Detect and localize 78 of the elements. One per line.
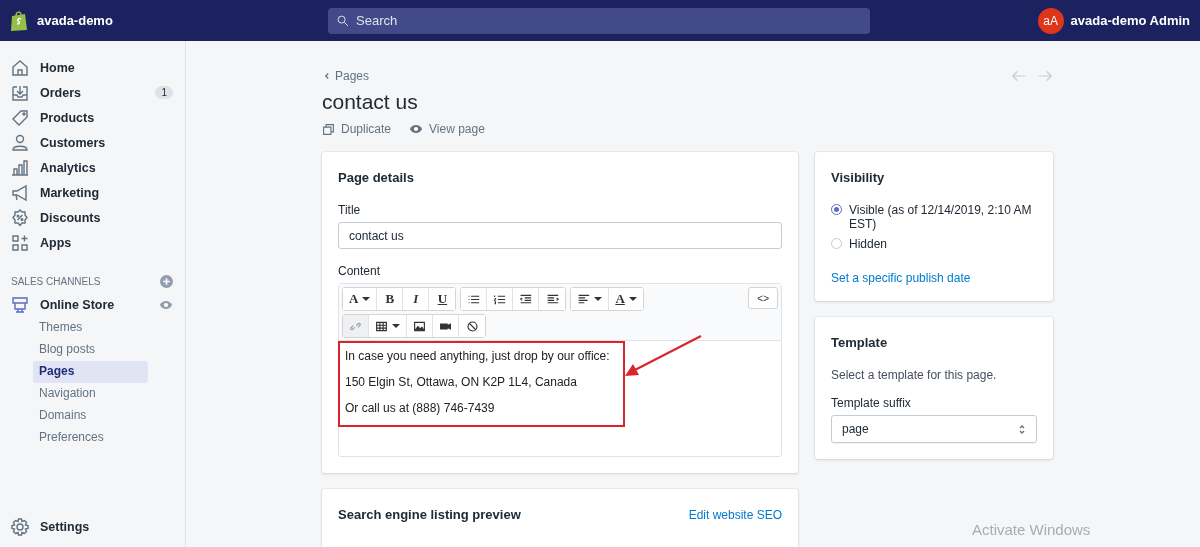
caret-icon [362, 297, 371, 301]
discount-icon [10, 207, 30, 228]
card-heading: Page details [338, 170, 415, 185]
select-arrows-icon [1018, 423, 1026, 435]
megaphone-icon [10, 182, 30, 203]
action-link[interactable]: Duplicate [322, 122, 392, 136]
edit-seo-link[interactable]: Edit website SEO [688, 507, 782, 522]
home-icon [10, 57, 30, 78]
nav-subitem[interactable]: Preferences [33, 427, 148, 449]
user-name[interactable]: avada-demo Admin [1070, 13, 1190, 28]
nav-item[interactable]: Analytics [0, 155, 185, 180]
content-text: Or call us at (888) 746-7439 [345, 401, 496, 415]
field-label: Title [338, 203, 362, 217]
outdent-icon [519, 292, 533, 306]
bar-chart-icon [10, 157, 30, 178]
eye-icon [409, 122, 424, 136]
caret-icon [594, 297, 603, 301]
nav-subitem[interactable]: Domains [33, 405, 148, 427]
caret-icon [392, 324, 400, 328]
caret-icon [628, 297, 637, 301]
add-icon[interactable] [160, 275, 173, 288]
nav-item[interactable]: Home [0, 55, 185, 80]
card-heading: Template [831, 335, 889, 350]
duplicate-icon [322, 122, 335, 136]
card-description: Select a template for this page. [831, 368, 998, 382]
arrow-left-icon [1011, 68, 1027, 84]
tag-icon [10, 107, 30, 128]
toolbar-button[interactable]: A [343, 288, 378, 310]
nav-item[interactable]: Orders 1 [0, 80, 185, 105]
nav-item[interactable]: Settings [0, 514, 185, 539]
apps-icon [10, 232, 30, 253]
rich-text-editor[interactable]: A B I U A <> In case you need anything, just drop by our office: 150 Elgin St, Ottawa, ON K2P 1L4, Canada Or call us at (888) 746-7439 [338, 283, 782, 457]
nav-subitem[interactable]: Themes [33, 317, 148, 339]
nav-subitem[interactable]: Navigation [33, 383, 148, 405]
search-icon [336, 13, 350, 28]
title-field[interactable]: contact us [338, 222, 782, 249]
nav-item[interactable]: Discounts [0, 205, 185, 230]
action-link[interactable]: View page [409, 122, 485, 136]
table-icon [375, 319, 388, 333]
toolbar-button[interactable] [571, 288, 610, 310]
card-heading: Visibility [831, 170, 886, 185]
person-icon [10, 132, 30, 153]
nav-subitem[interactable]: Blog posts [33, 339, 148, 361]
field-label: Content [338, 264, 382, 278]
html-toggle-button[interactable]: <> [748, 287, 778, 309]
indent-icon [545, 292, 559, 306]
radio-button[interactable] [831, 204, 842, 215]
radio-label: Visible (as of 12/14/2019, 2:10 AM EST) [849, 203, 1033, 231]
nav-item[interactable]: Apps [0, 230, 185, 255]
storefront-icon [10, 294, 30, 315]
field-label: Template suffix [831, 396, 912, 410]
radio-label: Hidden [849, 237, 888, 251]
image-icon [413, 319, 426, 333]
nav-item[interactable]: Customers [0, 130, 185, 155]
store-name[interactable]: avada-demo [37, 13, 113, 28]
section-title: SALES CHANNELS [11, 276, 101, 287]
back-link[interactable]: Pages [322, 69, 370, 83]
activation-notice: Activate Windows [972, 521, 1091, 538]
card-heading: Search engine listing preview [338, 507, 521, 522]
numbered-list-icon [493, 292, 507, 306]
user-avatar[interactable]: aA [1037, 7, 1064, 34]
clear-format-icon [465, 319, 479, 333]
arrow-right-icon [1037, 68, 1053, 84]
page-title: contact us [322, 90, 419, 114]
settings-icon [10, 516, 30, 537]
search-field[interactable]: Search [328, 7, 870, 34]
toolbar-button[interactable] [461, 288, 488, 310]
content-text: In case you need anything, just drop by our office: [345, 349, 611, 363]
count-badge: 1 [155, 86, 173, 99]
nav-item[interactable]: Online Store [0, 292, 185, 317]
publish-date-link[interactable]: Set a specific publish date [831, 271, 971, 285]
align-left-icon [577, 292, 591, 306]
nav-item[interactable]: Marketing [0, 180, 185, 205]
nav-item[interactable]: Products [0, 105, 185, 130]
template-select[interactable]: page [831, 415, 1037, 443]
nav-subitem[interactable]: Pages [33, 361, 148, 383]
shopping-bag-logo [10, 9, 28, 32]
content-text: 150 Elgin St, Ottawa, ON K2P 1L4, Canada [345, 375, 578, 389]
